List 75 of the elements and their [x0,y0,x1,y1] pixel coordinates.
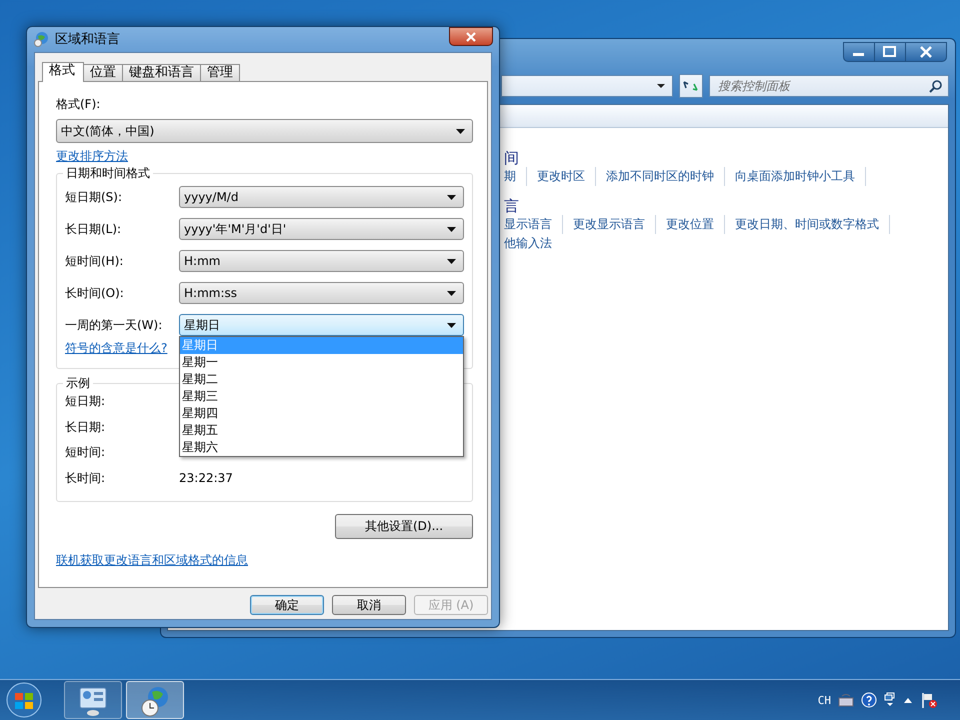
section-heading: 言 [504,197,520,215]
link[interactable]: 向桌面添加时钟小工具 [725,167,866,186]
link[interactable]: 更改日期、时间或数字格式 [725,215,890,234]
combo-value: yyyy'年'M'月'd'日' [184,220,288,238]
dialog-button[interactable]: 确定 [250,595,324,615]
tab[interactable]: 格式 [42,62,84,82]
link[interactable]: 符号的含意是什么? [65,340,168,356]
tab[interactable]: 键盘和语言 [122,64,201,81]
combo-value: yyyy/M/d [184,190,240,204]
dropdown-arrow-icon [447,226,456,232]
format-dropdown[interactable]: yyyy'年'M'月'd'日' [179,218,464,240]
format-dropdown[interactable]: H:mm [179,250,464,272]
start-icon[interactable] [4,680,44,720]
close-button[interactable] [449,27,493,46]
combo-value: 中文(简体，中国) [61,122,156,140]
refresh-icon[interactable] [679,74,703,98]
combo-value: H:mm:ss [184,286,238,300]
taskbar-button[interactable] [64,681,122,719]
tab[interactable]: 位置 [83,64,123,81]
address-bar[interactable] [501,75,673,97]
link[interactable]: 显示语言 [504,215,563,234]
combo-value: 星期日 [184,316,221,334]
taskbar-button[interactable] [126,681,184,719]
dropdown-arrow-icon [447,258,456,264]
dropdown-arrow-icon [447,290,456,296]
link[interactable]: 更改排序方法 [56,148,128,164]
globe-icon [33,31,49,47]
up-arrow-icon[interactable] [903,696,913,704]
link[interactable]: 更改位置 [656,215,725,234]
section-heading: 间 [504,149,520,167]
dropdown-arrow-icon [447,322,456,328]
link[interactable]: 更改显示语言 [563,215,656,234]
keyboard-icon[interactable] [838,693,854,707]
search-field[interactable]: 搜索控制面板 [709,75,949,97]
example-value: 23:22:37 [179,471,233,486]
list-option[interactable]: 星期五 [180,422,463,439]
combo-value: H:mm [184,254,222,268]
search-icon [929,79,943,93]
group-title: 示例 [63,376,93,390]
field-label: 长时间: [65,470,106,487]
help-icon[interactable] [861,692,877,708]
field-label: 短日期(S): [65,188,124,206]
list-option[interactable]: 星期三 [180,388,463,405]
field-label: 一周的第一天(W): [65,316,164,334]
flag-icon[interactable] [920,691,938,709]
list-option[interactable]: 星期一 [180,354,463,371]
dropdown-arrow-icon [656,83,666,89]
window-title: 区域和语言 [55,31,121,48]
link[interactable]: 他输入法 [504,234,562,253]
dropdown-arrow-icon [447,194,456,200]
field-label: 长日期: [65,418,106,436]
group-title: 日期和时间格式 [63,166,153,180]
format-dropdown[interactable]: yyyy/M/d [179,186,464,208]
close-icon [464,32,478,42]
dropdown-arrow-icon [456,128,465,134]
link[interactable]: 更改时区 [527,167,596,186]
field-label: 长时间(O): [65,284,125,302]
tab[interactable]: 管理 [200,64,240,81]
list-option[interactable]: 星期六 [180,439,463,456]
format-dropdown[interactable]: 中文(简体，中国) [56,119,473,143]
link[interactable]: 联机获取更改语言和区域格式的信息 [56,552,248,568]
field-label: 短日期: [65,393,106,410]
format-dropdown[interactable]: H:mm:ss [179,282,464,304]
dialog-button[interactable]: 取消 [332,595,406,615]
field-label: 长日期(L): [65,220,122,238]
list-option[interactable]: 星期二 [180,371,463,388]
window-restore-icon[interactable] [884,692,896,708]
field-label: 短时间(H): [65,252,124,270]
language-indicator[interactable]: CH [818,694,831,706]
link[interactable]: 期 [504,167,527,186]
field-label: 格式(F): [56,96,102,112]
more-settings-button[interactable]: 其他设置(D)... [335,514,473,539]
list-option[interactable]: 星期四 [180,405,463,422]
field-label: 短时间: [65,444,106,462]
link[interactable]: 添加不同时区的时钟 [596,167,725,186]
